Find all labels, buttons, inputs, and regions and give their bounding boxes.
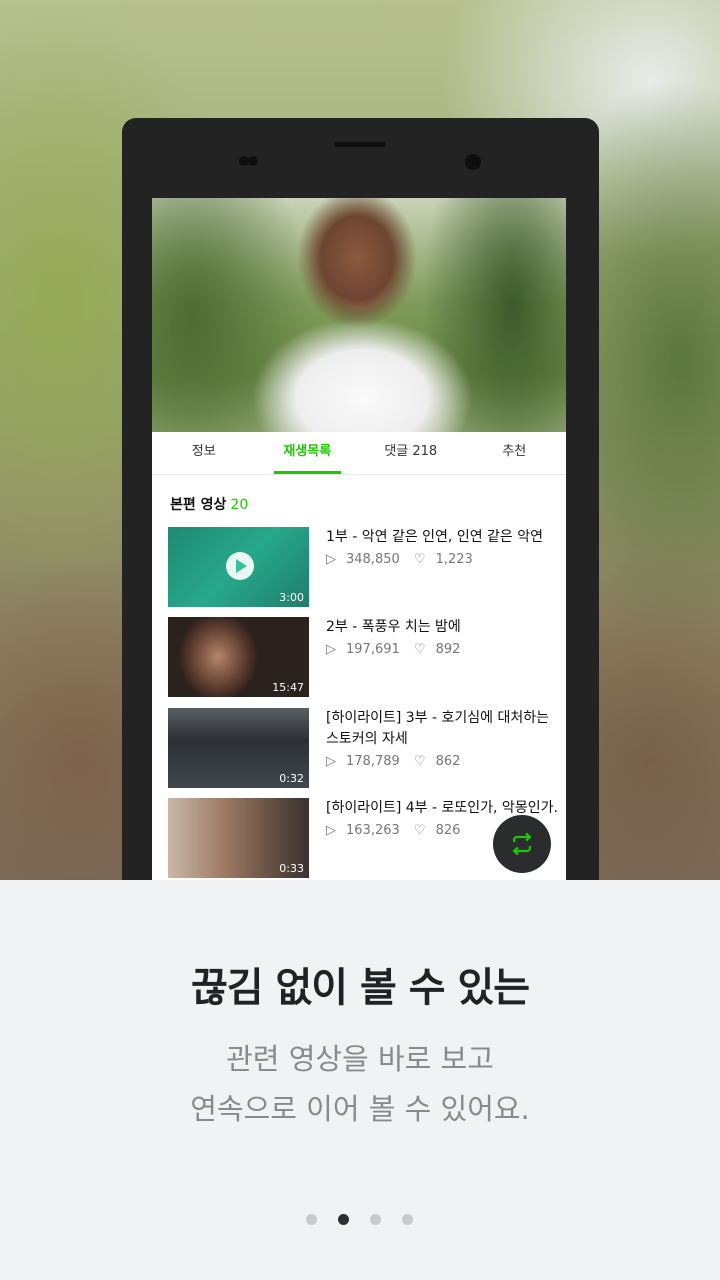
page-dot[interactable] — [370, 1214, 381, 1225]
page-dot[interactable] — [402, 1214, 413, 1225]
section-title-text: 본편 영상 — [170, 497, 227, 513]
play-count-icon: ▷ — [326, 552, 336, 567]
repeat-button[interactable] — [493, 815, 551, 873]
video-player[interactable] — [152, 198, 566, 432]
play-count-icon: ▷ — [326, 823, 336, 838]
video-duration: 0:32 — [279, 772, 304, 785]
play-icon[interactable] — [226, 552, 254, 580]
like-count: 892 — [435, 642, 461, 657]
section-count: 20 — [230, 497, 249, 513]
page-indicator — [306, 1214, 416, 1226]
video-thumbnail[interactable]: 15:47 — [168, 617, 309, 697]
play-count: 163,263 — [346, 823, 400, 838]
tab-comments[interactable]: 댓글 218 — [359, 432, 463, 474]
play-count-icon: ▷ — [326, 642, 336, 657]
earpiece — [334, 142, 386, 147]
section-title: 본편 영상 20 — [170, 494, 248, 514]
heart-icon: ♡ — [413, 754, 426, 769]
heart-icon: ♡ — [413, 642, 426, 657]
front-camera — [465, 154, 481, 170]
onboarding-subtitle: 관련 영상을 바로 보고 연속으로 이어 볼 수 있어요. — [0, 1034, 720, 1134]
video-info: 1부 - 악연 같은 인연, 인연 같은 악연 ▷ 348,850 ♡ 1,223 — [326, 527, 558, 567]
list-item[interactable]: 15:47 2부 - 폭풍우 치는 밤에 ▷ 197,691 ♡ 892 — [168, 617, 558, 697]
like-count: 862 — [435, 754, 461, 769]
tab-playlist[interactable]: 재생목록 — [256, 432, 360, 474]
video-info: [하이라이트] 3부 - 호기심에 대처하는 스토커의 자세 ▷ 178,789 … — [326, 708, 558, 769]
repeat-icon — [512, 832, 532, 856]
page-dot-active[interactable] — [338, 1214, 349, 1225]
video-duration: 15:47 — [272, 681, 304, 694]
tab-bar: 정보 재생목록 댓글 218 추천 — [152, 432, 566, 475]
tab-recommend[interactable]: 추천 — [463, 432, 567, 474]
subtitle-line-1: 관련 영상을 바로 보고 — [226, 1042, 494, 1076]
play-count: 197,691 — [346, 642, 400, 657]
video-stats: ▷ 348,850 ♡ 1,223 — [326, 552, 558, 567]
play-count: 178,789 — [346, 754, 400, 769]
tab-info[interactable]: 정보 — [152, 432, 256, 474]
list-item[interactable]: 0:32 [하이라이트] 3부 - 호기심에 대처하는 스토커의 자세 ▷ 178… — [168, 708, 558, 788]
video-duration: 0:33 — [279, 862, 304, 875]
video-stats: ▷ 197,691 ♡ 892 — [326, 642, 558, 657]
video-stats: ▷ 178,789 ♡ 862 — [326, 754, 558, 769]
play-count: 348,850 — [346, 552, 400, 567]
video-thumbnail[interactable]: 0:32 — [168, 708, 309, 788]
heart-icon: ♡ — [413, 823, 426, 838]
video-thumbnail[interactable]: 3:00 — [168, 527, 309, 607]
heart-icon: ♡ — [413, 552, 426, 567]
video-duration: 3:00 — [279, 591, 304, 604]
like-count: 826 — [435, 823, 461, 838]
onboarding-headline: 끊김 없이 볼 수 있는 — [190, 965, 530, 1011]
like-count: 1,223 — [435, 552, 473, 567]
video-title[interactable]: 1부 - 악연 같은 인연, 인연 같은 악연 — [326, 527, 558, 548]
play-count-icon: ▷ — [326, 754, 336, 769]
video-thumbnail[interactable]: 0:33 — [168, 798, 309, 878]
phone-screen: 정보 재생목록 댓글 218 추천 본편 영상 20 3:00 1부 - 악연 같… — [152, 198, 566, 880]
page-dot[interactable] — [306, 1214, 317, 1225]
subtitle-line-2: 연속으로 이어 볼 수 있어요. — [190, 1092, 530, 1126]
sensor — [239, 156, 259, 166]
video-info: 2부 - 폭풍우 치는 밤에 ▷ 197,691 ♡ 892 — [326, 617, 558, 657]
video-title[interactable]: [하이라이트] 3부 - 호기심에 대처하는 스토커의 자세 — [326, 708, 558, 750]
list-item[interactable]: 3:00 1부 - 악연 같은 인연, 인연 같은 악연 ▷ 348,850 ♡ 1… — [168, 527, 558, 607]
video-title[interactable]: 2부 - 폭풍우 치는 밤에 — [326, 617, 558, 638]
